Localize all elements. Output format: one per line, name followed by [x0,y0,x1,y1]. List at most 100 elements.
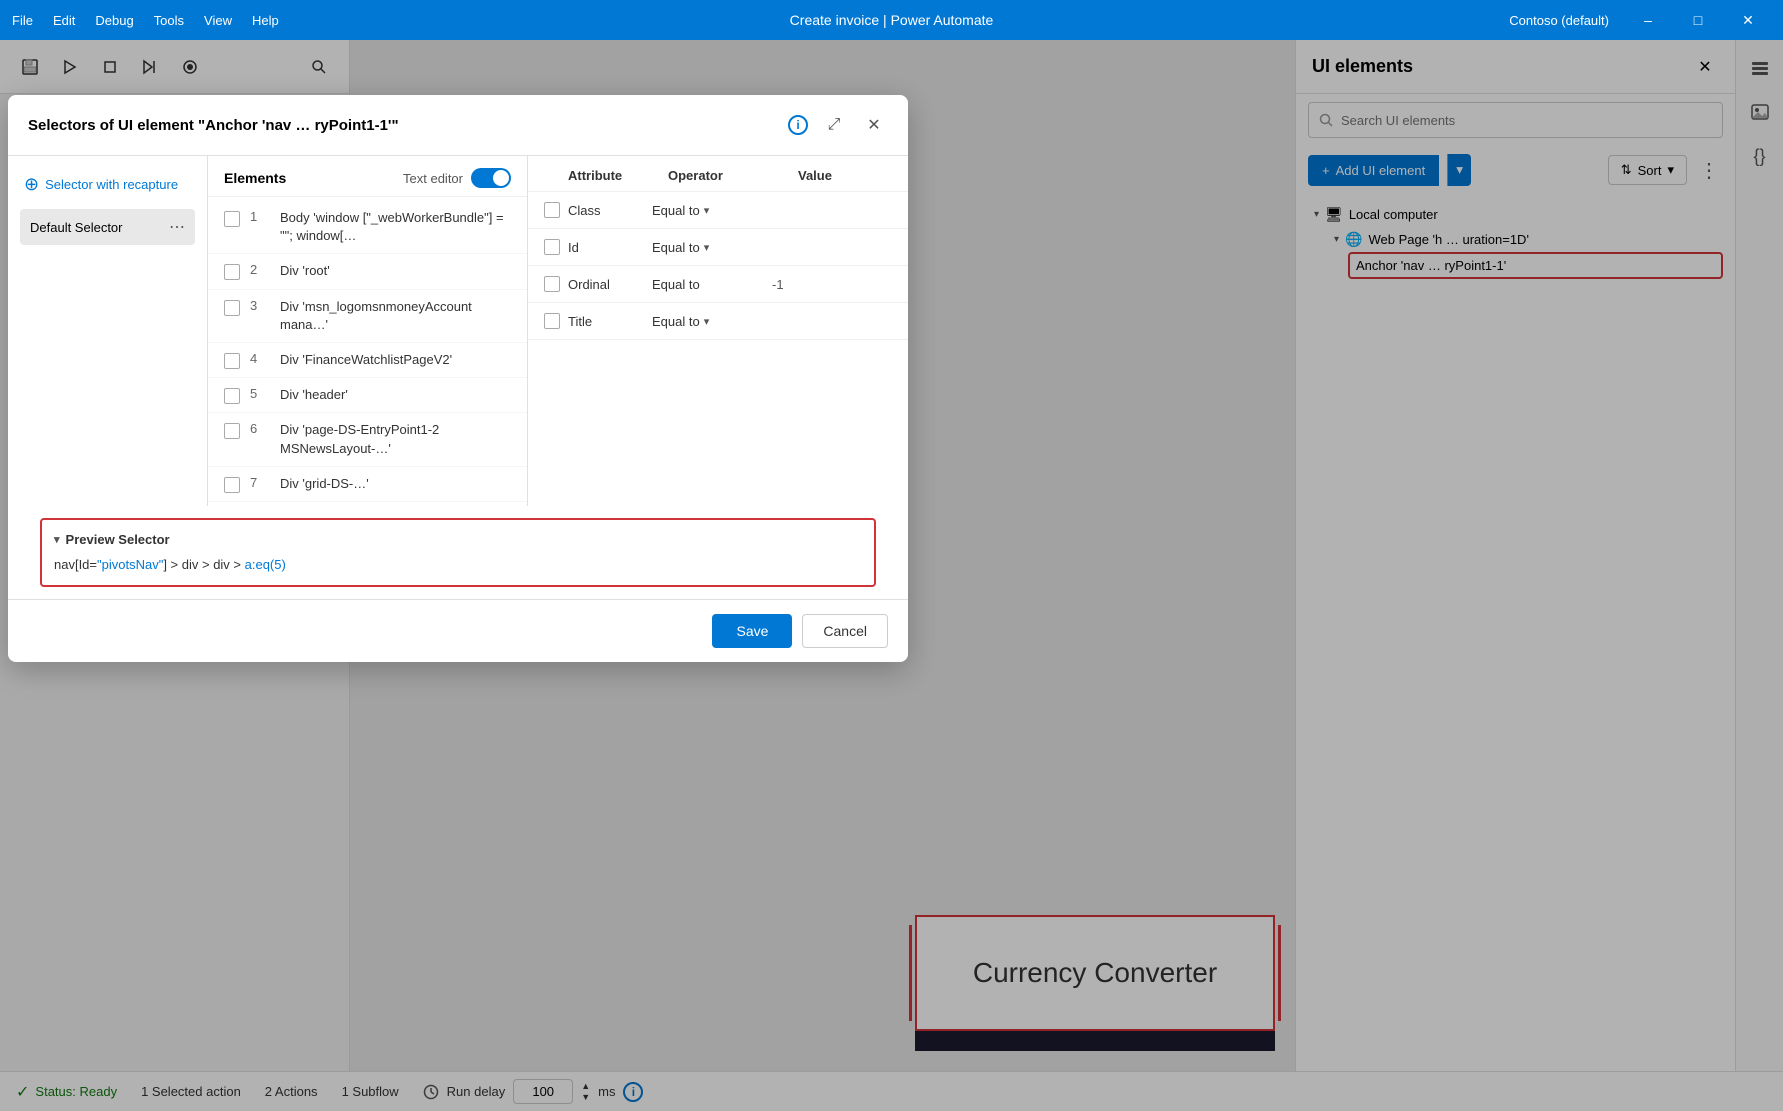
title-operator-dropdown[interactable]: Equal to ▾ [652,314,772,329]
id-checkbox[interactable] [544,239,560,255]
code-selector: a:eq(5) [245,557,286,572]
expand-button[interactable]: ⤢ [820,111,848,139]
preview-section: ▾ Preview Selector nav[Id="pivotsNav"] >… [40,518,876,587]
close-button[interactable]: ✕ [1725,0,1771,40]
attributes-panel: Attribute Operator Value Class Equal to … [528,156,908,506]
element-label-4: Div 'FinanceWatchlistPageV2' [280,351,452,369]
elements-panel: Elements Text editor 1 Body 'window ["_w… [208,156,528,506]
element-row: 7 Div 'grid-DS-…' [208,467,527,502]
element-number: 1 [250,209,270,224]
element-label-7: Div 'grid-DS-…' [280,475,369,493]
title-operator-label: Equal to [652,314,700,329]
code-nav: nav[Id= [54,557,97,572]
modal-title: Selectors of UI element "Anchor 'nav … r… [28,117,776,134]
element-checkbox-7[interactable] [224,477,240,493]
modal-header: Selectors of UI element "Anchor 'nav … r… [8,95,908,156]
modal-dialog: Selectors of UI element "Anchor 'nav … r… [8,95,908,662]
preview-wrapper: ▾ Preview Selector nav[Id="pivotsNav"] >… [8,506,908,599]
element-number: 6 [250,421,270,436]
menu-tools[interactable]: Tools [154,13,184,28]
maximize-button[interactable]: □ [1675,0,1721,40]
element-checkbox-5[interactable] [224,388,240,404]
attribute-column-header: Attribute [568,168,668,183]
class-checkbox[interactable] [544,202,560,218]
menu-edit[interactable]: Edit [53,13,75,28]
title-right: Contoso (default) – □ ✕ [1509,0,1771,40]
title-bar: File Edit Debug Tools View Help Create i… [0,0,1783,40]
element-checkbox-6[interactable] [224,423,240,439]
menu-view[interactable]: View [204,13,232,28]
text-editor-toggle[interactable] [471,168,511,188]
preview-title[interactable]: ▾ Preview Selector [54,532,862,547]
code-rest: ] > div > div > [163,557,244,572]
element-label-5: Div 'header' [280,386,348,404]
chevron-down-icon: ▾ [704,315,710,328]
elements-header: Elements Text editor [208,156,527,197]
default-selector-item[interactable]: Default Selector ⋯ [20,209,195,245]
code-id-value: "pivotsNav" [97,557,163,572]
window-controls: – □ ✕ [1625,0,1771,40]
preview-title-label: Preview Selector [66,532,170,547]
menu-debug[interactable]: Debug [95,13,133,28]
default-selector-label: Default Selector [30,220,123,235]
user-account[interactable]: Contoso (default) [1509,13,1609,28]
menu-help[interactable]: Help [252,13,279,28]
menu-file[interactable]: File [12,13,33,28]
operator-column-header: Operator [668,168,798,183]
id-operator-dropdown[interactable]: Equal to ▾ [652,240,772,255]
chevron-down-icon: ▾ [704,204,710,217]
element-number: 2 [250,262,270,277]
modal-close-button[interactable]: ✕ [860,111,888,139]
elements-title: Elements [224,170,286,186]
attribute-row-title: Title Equal to ▾ [528,303,908,340]
chevron-down-icon: ▾ [704,241,710,254]
class-operator-label: Equal to [652,203,700,218]
title-attribute-name: Title [568,314,652,329]
element-number: 3 [250,298,270,313]
more-icon[interactable]: ⋯ [169,217,185,237]
class-operator-dropdown[interactable]: Equal to ▾ [652,203,772,218]
text-editor-label: Text editor [403,171,463,186]
element-label-2: Div 'root' [280,262,330,280]
cancel-button[interactable]: Cancel [802,614,888,648]
id-attribute-name: Id [568,240,652,255]
modal-footer: Save Cancel [8,599,908,662]
ordinal-checkbox[interactable] [544,276,560,292]
modal-overlay: Selectors of UI element "Anchor 'nav … r… [0,40,1783,1111]
class-attribute-name: Class [568,203,652,218]
attribute-row-class: Class Equal to ▾ [528,192,908,229]
text-editor-row: Text editor [403,168,511,188]
element-row: 5 Div 'header' [208,378,527,413]
element-label-1: Body 'window ["_webWorkerBundle"] = ""; … [280,209,511,245]
preview-code: nav[Id="pivotsNav"] > div > div > a:eq(5… [54,557,862,573]
element-label-3: Div 'msn_logomsnmoneyAccount mana…' [280,298,511,334]
attribute-row-id: Id Equal to ▾ [528,229,908,266]
save-button[interactable]: Save [712,614,792,648]
element-row: 2 Div 'root' [208,254,527,289]
element-checkbox-3[interactable] [224,300,240,316]
element-number: 5 [250,386,270,401]
element-label-6: Div 'page-DS-EntryPoint1-2 MSNewsLayout-… [280,421,511,457]
element-checkbox-1[interactable] [224,211,240,227]
element-checkbox-4[interactable] [224,353,240,369]
element-number: 7 [250,475,270,490]
selector-recapture-label: Selector with recapture [45,177,178,192]
element-row: 4 Div 'FinanceWatchlistPageV2' [208,343,527,378]
value-column-header: Value [798,168,892,183]
ordinal-value: -1 [772,277,784,292]
selector-with-recapture-button[interactable]: ⊕ Selector with recapture [20,168,195,201]
attribute-row-ordinal: Ordinal Equal to -1 [528,266,908,303]
title-checkbox[interactable] [544,313,560,329]
chevron-icon: ▾ [54,533,60,546]
minimize-button[interactable]: – [1625,0,1671,40]
add-circle-icon: ⊕ [24,174,39,195]
modal-sidebar: ⊕ Selector with recapture Default Select… [8,156,208,506]
element-number: 4 [250,351,270,366]
element-checkbox-2[interactable] [224,264,240,280]
ordinal-operator-label: Equal to [652,277,700,292]
ordinal-attribute-name: Ordinal [568,277,652,292]
element-row: 3 Div 'msn_logomsnmoneyAccount mana…' [208,290,527,343]
id-operator-label: Equal to [652,240,700,255]
element-row: 6 Div 'page-DS-EntryPoint1-2 MSNewsLayou… [208,413,527,466]
info-icon-button[interactable]: i [788,115,808,135]
